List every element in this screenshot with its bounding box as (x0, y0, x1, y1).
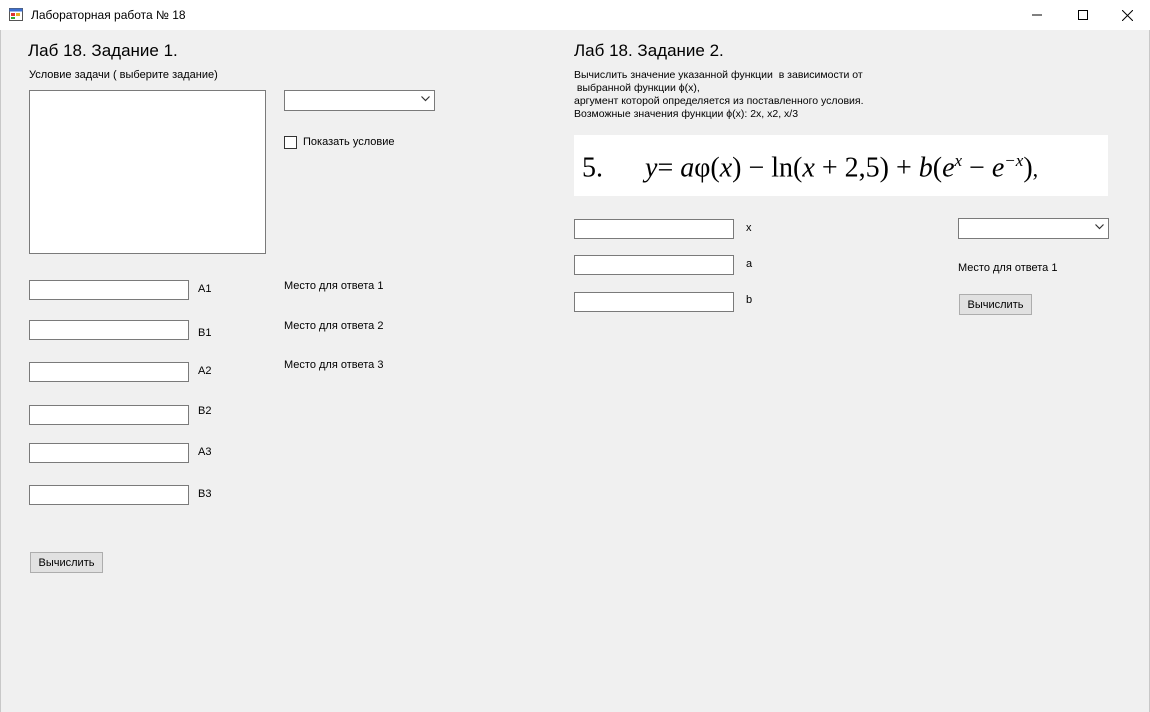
a3-label: A3 (198, 446, 212, 458)
answer-2: Место для ответа 2 (284, 320, 384, 332)
formula-open2: ( (932, 152, 943, 184)
formula-x2: x (802, 152, 815, 184)
a2-label: A2 (198, 365, 212, 377)
formula-eq: = (657, 152, 681, 184)
b3-label: B3 (198, 488, 212, 500)
app-icon (9, 8, 23, 21)
formula-x1: x (719, 152, 733, 184)
formula-phi: φ( (694, 152, 720, 184)
condition-textarea[interactable] (29, 90, 266, 254)
task1-compute-button[interactable]: Вычислить (30, 552, 103, 573)
formula: 5. y= aφ(x) − ln(x + 2,5) + b(ex − e−x), (582, 151, 1038, 184)
formula-ln: ln( (771, 152, 803, 184)
form-client-area: Лаб 18. Задание 1. Условие задачи ( выбе… (0, 30, 1150, 712)
formula-a: a (680, 152, 695, 184)
b1-label: B1 (198, 327, 212, 339)
formula-comma: , (1032, 156, 1039, 182)
chevron-down-icon (421, 96, 430, 102)
chevron-down-icon (1095, 224, 1104, 230)
task2-heading: Лаб 18. Задание 2. (574, 41, 724, 60)
b1-input[interactable] (29, 320, 189, 340)
show-condition-label[interactable]: Показать условие (303, 136, 394, 148)
task2-description: Вычислить значение указанной функции в з… (574, 69, 864, 120)
task2-answer: Место для ответа 1 (958, 262, 1058, 274)
b2-input[interactable] (29, 405, 189, 425)
answer-1: Место для ответа 1 (284, 280, 384, 292)
task-select[interactable] (284, 90, 435, 111)
title-bar: Лабораторная работа № 18 (0, 0, 1150, 30)
a-input[interactable] (574, 255, 734, 275)
b-input[interactable] (574, 292, 734, 312)
x-label: x (746, 222, 752, 234)
x-input[interactable] (574, 219, 734, 239)
minimize-icon (1032, 14, 1042, 16)
task2-compute-button[interactable]: Вычислить (959, 294, 1032, 315)
b2-label: B2 (198, 405, 212, 417)
task1-heading: Лаб 18. Задание 1. (28, 41, 178, 60)
close-button[interactable] (1104, 0, 1150, 30)
formula-number: 5. (582, 152, 603, 184)
formula-minus1: − (741, 152, 772, 184)
formula-image: 5. y= aφ(x) − ln(x + 2,5) + b(ex − e−x), (574, 135, 1108, 196)
a3-input[interactable] (29, 443, 189, 463)
formula-e2: e (991, 152, 1005, 184)
a-label: a (746, 258, 753, 270)
condition-label: Условие задачи ( выберите задание) (29, 69, 218, 81)
close-icon (1121, 9, 1133, 21)
answer-3: Место для ответа 3 (284, 359, 384, 371)
formula-sup2: −x (1004, 151, 1024, 170)
minimize-button[interactable] (1014, 0, 1060, 30)
formula-b: b (918, 152, 933, 184)
maximize-icon (1078, 10, 1088, 20)
show-condition-checkbox[interactable] (284, 136, 297, 149)
b3-input[interactable] (29, 485, 189, 505)
b-label: b (746, 294, 753, 306)
function-select[interactable] (958, 218, 1109, 239)
window-title: Лабораторная работа № 18 (31, 8, 186, 22)
formula-minus2: − (962, 152, 992, 184)
formula-plus: + 2,5) + (814, 152, 919, 184)
formula-e1: e (942, 152, 955, 184)
a1-label: A1 (198, 283, 212, 295)
formula-close2: ) (1023, 152, 1033, 184)
a2-input[interactable] (29, 362, 189, 382)
formula-y: y (645, 152, 658, 184)
a1-input[interactable] (29, 280, 189, 300)
maximize-button[interactable] (1060, 0, 1106, 30)
formula-sup1: x (954, 151, 963, 170)
